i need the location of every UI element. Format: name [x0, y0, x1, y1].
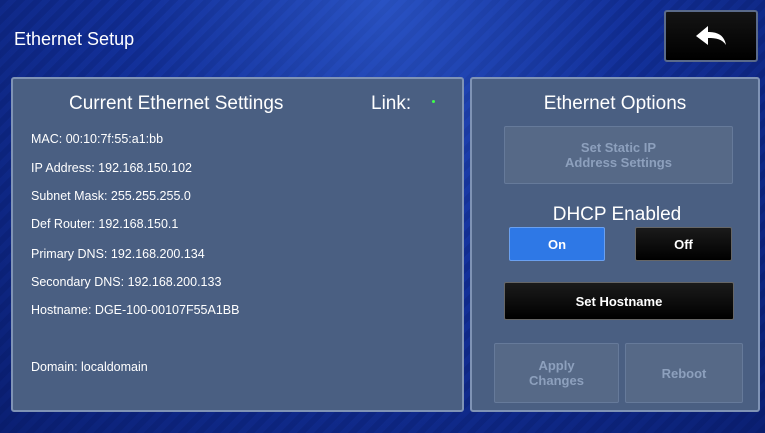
domain: Domain: localdomain — [31, 360, 148, 374]
link-status-indicator — [432, 100, 435, 103]
page-title: Ethernet Setup — [14, 29, 135, 49]
ip-address: IP Address: 192.168.150.102 — [31, 161, 193, 175]
set-static-ip-label-line1: Set Static IP — [580, 140, 657, 155]
subnet-mask: Subnet Mask: 255.255.255.0 — [31, 189, 191, 203]
mac-address: MAC: 00:10:7f:55:a1:bb — [31, 132, 164, 146]
apply-changes-button[interactable]: Apply Changes — [494, 343, 619, 403]
ethernet-options-panel: Ethernet Options Set Static IP Address S… — [470, 77, 760, 412]
default-router: Def Router: 192.168.150.1 — [31, 217, 179, 231]
set-static-ip-label-line2: Address Settings — [565, 155, 672, 170]
apply-label-line1: Apply — [538, 358, 575, 373]
dhcp-enabled-label: DHCP Enabled — [552, 204, 682, 225]
hostname: Hostname: DGE-100-00107F55A1BB — [31, 303, 240, 317]
reboot-button[interactable]: Reboot — [625, 343, 743, 403]
dhcp-off-button[interactable]: Off — [635, 227, 732, 261]
current-settings-heading: Current Ethernet Settings — [69, 93, 284, 114]
back-arrow-icon — [696, 26, 726, 45]
set-hostname-button[interactable]: Set Hostname — [504, 282, 734, 320]
back-button[interactable] — [664, 10, 758, 62]
ethernet-options-heading: Ethernet Options — [543, 93, 687, 114]
apply-label-line2: Changes — [529, 373, 584, 388]
set-static-ip-button[interactable]: Set Static IP Address Settings — [504, 126, 733, 184]
primary-dns: Primary DNS: 192.168.200.134 — [31, 247, 205, 261]
link-label: Link: — [371, 93, 412, 114]
dhcp-on-button[interactable]: On — [509, 227, 605, 261]
secondary-dns: Secondary DNS: 192.168.200.133 — [31, 275, 222, 289]
current-settings-panel: Current Ethernet Settings Link: MAC: 00:… — [11, 77, 464, 412]
